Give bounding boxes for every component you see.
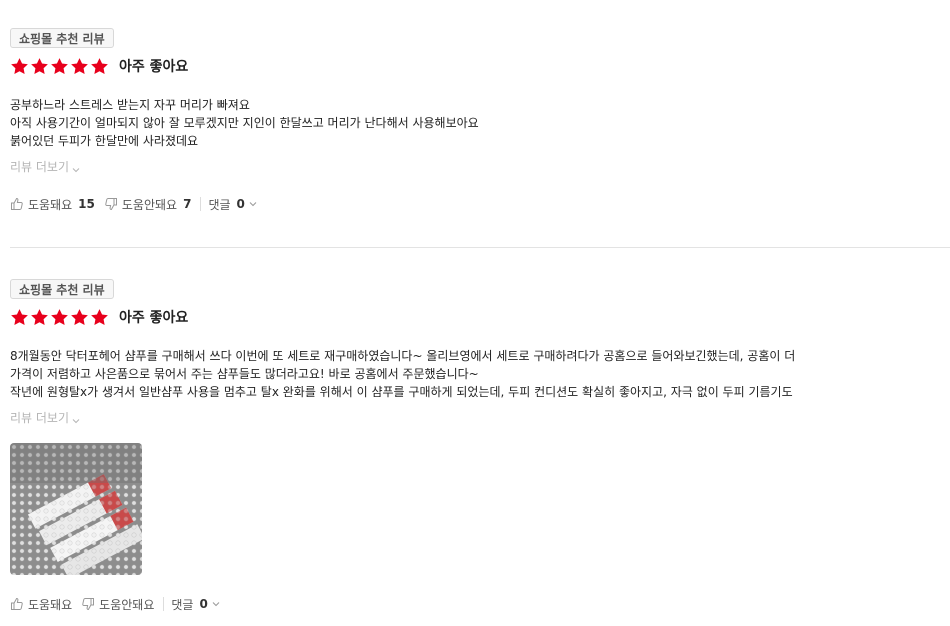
helpful-count: 15 (78, 197, 95, 211)
unhelpful-label: 도움안돼요 (121, 197, 178, 212)
review-text-line: 8개월동안 닥터포헤어 샴푸를 구매해서 쓰다 이번에 또 세트로 재구매하였습… (10, 349, 796, 363)
chevron-down-icon (212, 602, 220, 607)
comment-button[interactable]: 댓글 0 (208, 196, 257, 213)
recommended-badge: 쇼핑몰 추천 리뷰 (10, 279, 114, 299)
review-text-line: 붉어있던 두피가 한달만에 사라졌데요 (10, 134, 199, 148)
comment-count: 0 (199, 597, 208, 611)
review-actions: 도움돼요 도움안돼요 댓글 0 (10, 594, 950, 614)
more-review-label: 리뷰 더보기 (10, 160, 70, 174)
review-text-line: 아직 사용기간이 얼마되지 않아 잘 모루겠지만 지인이 한달쓰고 머리가 난다… (10, 116, 479, 130)
more-review-link[interactable]: 리뷰 더보기 (10, 409, 80, 426)
unhelpful-count: 7 (183, 197, 192, 211)
star-rating (10, 57, 109, 76)
unhelpful-button[interactable]: 도움안돼요 (81, 596, 154, 613)
star-icon (10, 57, 29, 76)
star-icon (50, 57, 69, 76)
helpful-label: 도움돼요 (28, 197, 73, 212)
rating-row: 아주 좋아요 (10, 55, 950, 77)
star-icon (90, 57, 109, 76)
helpful-button[interactable]: 도움돼요 15 (10, 196, 95, 213)
thumbs-up-icon (11, 197, 23, 210)
recommended-badge: 쇼핑몰 추천 리뷰 (10, 28, 114, 48)
helpful-button[interactable]: 도움돼요 (10, 596, 72, 613)
review-text: 8개월동안 닥터포헤어 샴푸를 구매해서 쓰다 이번에 또 세트로 재구매하였습… (10, 347, 950, 401)
review-text-line: 공부하느라 스트레스 받는지 자꾸 머리가 빠져요 (10, 98, 250, 112)
review-actions: 도움돼요 15 도움안돼요 7 댓글 0 (10, 194, 950, 214)
rating-label: 아주 좋아요 (119, 59, 189, 75)
comment-count: 0 (236, 197, 245, 211)
star-rating (10, 308, 109, 327)
separator (163, 597, 165, 611)
chevron-down-icon (72, 414, 80, 423)
more-review-label: 리뷰 더보기 (10, 411, 70, 425)
comment-label: 댓글 (208, 197, 231, 212)
unhelpful-button[interactable]: 도움안돼요 7 (104, 196, 192, 213)
helpful-label: 도움돼요 (28, 597, 73, 612)
review-text-line: 작년에 원형탈x가 생겨서 일반샴푸 사용을 멈추고 탈x 완화를 위해서 이 … (10, 385, 793, 399)
star-icon (10, 308, 29, 327)
thumbs-down-icon (82, 598, 95, 611)
rating-label: 아주 좋아요 (119, 310, 189, 326)
star-icon (30, 57, 49, 76)
more-review-link[interactable]: 리뷰 더보기 (10, 158, 80, 175)
star-icon (70, 57, 89, 76)
chevron-down-icon (72, 163, 80, 172)
star-icon (30, 308, 49, 327)
star-icon (70, 308, 89, 327)
review-text: 공부하느라 스트레스 받는지 자꾸 머리가 빠져요 아직 사용기간이 얼마되지 … (10, 96, 950, 150)
review-text-line: 가격이 저렴하고 사은품으로 묶어서 주는 샴푸들도 많더라고요! 바로 공홈에… (10, 367, 479, 381)
rating-row: 아주 좋아요 (10, 306, 950, 328)
review-photo[interactable] (10, 443, 142, 575)
review-divider (10, 247, 950, 248)
star-icon (50, 308, 69, 327)
unhelpful-label: 도움안돼요 (99, 597, 155, 612)
star-icon (90, 308, 109, 327)
thumbs-down-icon (105, 198, 117, 211)
review-item: 쇼핑몰 추천 리뷰 아주 좋아요 8개월동안 닥터포헤어 샴푸를 구매해서 쓰다… (10, 279, 950, 614)
thumbs-up-icon (11, 597, 23, 610)
comment-label: 댓글 (171, 597, 194, 612)
chevron-down-icon (249, 202, 257, 207)
separator (200, 197, 202, 211)
comment-button[interactable]: 댓글 0 (171, 596, 220, 613)
review-item: 쇼핑몰 추천 리뷰 아주 좋아요 공부하느라 스트레스 받는지 자꾸 머리가 빠… (10, 28, 950, 214)
